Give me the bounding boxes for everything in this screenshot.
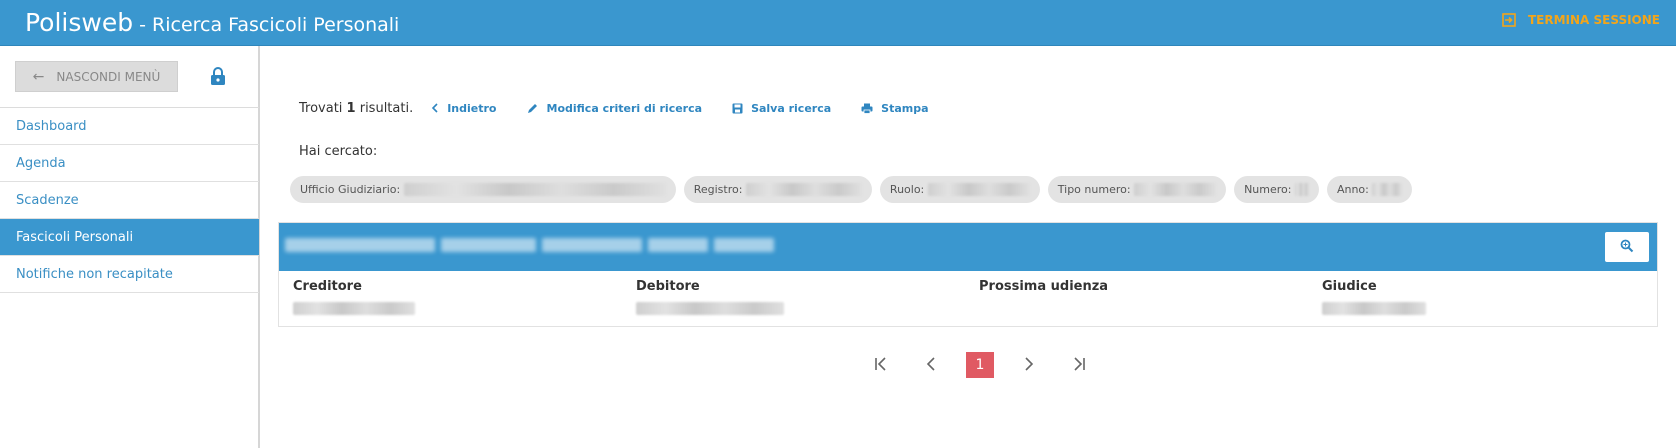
- redacted-case-title: [285, 238, 795, 254]
- redacted-value: [745, 183, 862, 196]
- print-label: Stampa: [881, 101, 929, 115]
- col-creditore: Creditore: [293, 279, 415, 319]
- chip-label: Numero:: [1244, 183, 1292, 196]
- sidebar-item-fascicoli-personali[interactable]: Fascicoli Personali: [0, 219, 259, 256]
- modify-search-label: Modifica criteri di ricerca: [546, 101, 703, 115]
- page-subtitle: - Ricerca Fascicoli Personali: [133, 14, 400, 36]
- pencil-icon: [527, 102, 539, 114]
- filter-chip-tipo-numero: Tipo numero:: [1047, 176, 1227, 203]
- redacted-value: [636, 302, 784, 315]
- floppy-icon: [732, 103, 743, 114]
- column-header: Prossima udienza: [979, 279, 1109, 294]
- search-icon: [1620, 238, 1634, 257]
- view-detail-button[interactable]: [1605, 232, 1649, 262]
- filter-chips: Ufficio Giudiziario: Registro: Ruolo: Ti…: [290, 176, 1420, 203]
- arrow-left-icon: ←: [32, 68, 45, 85]
- redacted-value: [1134, 183, 1217, 196]
- main-content: Trovati 1 risultati. Indietro Modifica c…: [262, 46, 1676, 448]
- redacted-value: [927, 183, 1030, 196]
- next-page-button[interactable]: [1015, 352, 1043, 378]
- sidebar-item-dashboard[interactable]: Dashboard: [0, 108, 259, 145]
- redacted-value: [1322, 302, 1426, 315]
- sidebar-item-notifiche[interactable]: Notifiche non recapitate: [0, 256, 259, 293]
- app-name: Polisweb: [25, 8, 134, 37]
- chip-label: Ufficio Giudiziario:: [300, 183, 401, 196]
- searched-label: Hai cercato:: [299, 144, 378, 159]
- hide-menu-button[interactable]: ← NASCONDI MENÙ: [15, 61, 178, 92]
- chip-label: Tipo numero:: [1057, 183, 1131, 196]
- sidebar-menu: Dashboard Agenda Scadenze Fascicoli Pers…: [0, 107, 259, 293]
- column-header: Giudice: [1322, 279, 1377, 294]
- chip-label: Registro:: [693, 183, 743, 196]
- col-prossima-udienza: Prossima udienza: [979, 279, 1108, 294]
- result-card-header: [279, 223, 1657, 271]
- first-page-icon: [874, 356, 890, 375]
- column-header: Debitore: [636, 279, 700, 294]
- results-number: 1: [346, 100, 356, 116]
- chip-label: Anno:: [1336, 183, 1369, 196]
- column-header: Creditore: [293, 279, 362, 294]
- chevron-left-icon: [926, 356, 936, 375]
- logout-label: TERMINA SESSIONE: [1527, 13, 1660, 27]
- save-search-label: Salva ricerca: [751, 101, 832, 115]
- lock-icon[interactable]: [210, 66, 226, 86]
- chip-label: Ruolo:: [889, 183, 925, 196]
- result-card: Creditore Debitore Prossima udienza Giud…: [278, 222, 1658, 327]
- results-suffix: risultati.: [355, 100, 414, 116]
- printer-icon: [861, 103, 873, 114]
- redacted-value: [293, 302, 415, 315]
- filter-chip-anno: Anno:: [1326, 176, 1413, 203]
- modify-search-link[interactable]: Modifica criteri di ricerca: [527, 101, 703, 115]
- exit-icon: [1502, 13, 1516, 27]
- back-link[interactable]: Indietro: [431, 101, 497, 115]
- results-prefix: Trovati: [299, 100, 347, 116]
- redacted-value: [1294, 183, 1309, 196]
- results-toolbar: Trovati 1 risultati. Indietro Modifica c…: [299, 99, 959, 117]
- logout-button[interactable]: TERMINA SESSIONE: [1502, 13, 1660, 27]
- col-giudice: Giudice: [1322, 279, 1426, 319]
- redacted-value: [1372, 183, 1403, 196]
- filter-chip-ufficio: Ufficio Giudiziario:: [290, 176, 676, 203]
- first-page-button[interactable]: [868, 352, 896, 378]
- results-count: Trovati 1 risultati.: [299, 101, 413, 116]
- save-search-link[interactable]: Salva ricerca: [732, 102, 831, 115]
- filter-chip-registro: Registro:: [683, 176, 872, 203]
- chevron-left-icon: [431, 103, 439, 113]
- sidebar-item-scadenze[interactable]: Scadenze: [0, 182, 259, 219]
- print-link[interactable]: Stampa: [861, 101, 929, 115]
- chevron-right-icon: [1024, 356, 1034, 375]
- col-debitore: Debitore: [636, 279, 784, 319]
- page-1-button[interactable]: 1: [966, 352, 994, 378]
- redacted-value: [403, 183, 666, 196]
- top-bar: Polisweb - Ricerca Fascicoli Personali T…: [0, 0, 1676, 46]
- page-title: Polisweb - Ricerca Fascicoli Personali: [25, 8, 399, 37]
- result-columns: Creditore Debitore Prossima udienza Giud…: [279, 271, 1657, 327]
- last-page-button[interactable]: [1064, 352, 1092, 378]
- back-label: Indietro: [447, 101, 497, 115]
- filter-chip-numero: Numero:: [1234, 176, 1319, 203]
- last-page-icon: [1070, 356, 1086, 375]
- pagination: 1: [868, 352, 1113, 378]
- hide-menu-label: NASCONDI MENÙ: [56, 69, 161, 84]
- prev-page-button[interactable]: [917, 352, 945, 378]
- filter-chip-ruolo: Ruolo:: [879, 176, 1040, 203]
- sidebar-item-agenda[interactable]: Agenda: [0, 145, 259, 182]
- sidebar: ← NASCONDI MENÙ Dashboard Agenda Scadenz…: [0, 46, 260, 448]
